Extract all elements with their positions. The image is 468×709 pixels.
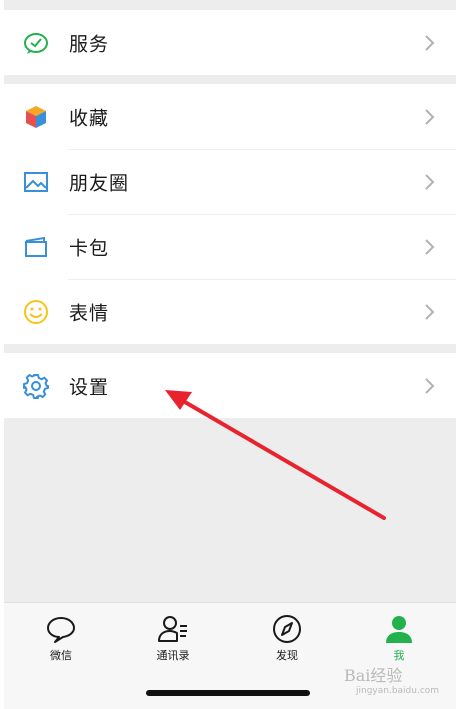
- moments-picture-icon: [23, 169, 49, 195]
- contacts-icon: [158, 616, 187, 642]
- person-icon: [386, 616, 412, 643]
- chevron-right-icon: [425, 303, 435, 320]
- menu-item-label: 朋友圈: [69, 172, 130, 194]
- menu-item-service[interactable]: 服务: [4, 10, 456, 75]
- chevron-right-icon: [425, 34, 435, 51]
- tab-label: 我: [393, 649, 405, 662]
- chevron-right-icon: [425, 238, 435, 255]
- chevron-right-icon: [425, 377, 435, 394]
- menu-item-favorites[interactable]: 收藏: [4, 84, 456, 149]
- phone-screen: 服务 收藏 朋友圈 卡包 表情 设置 微信 通讯录 发现 我: [4, 0, 456, 709]
- tab-label: 微信: [50, 649, 72, 662]
- menu-item-label: 收藏: [69, 107, 110, 129]
- compass-icon: [273, 615, 301, 643]
- tab-me[interactable]: 我: [354, 613, 444, 669]
- menu-item-label: 卡包: [69, 237, 110, 259]
- tab-chats[interactable]: 微信: [16, 613, 106, 669]
- watermark-url: jingyan.baidu.com: [356, 686, 440, 696]
- menu-item-stickers[interactable]: 表情: [4, 279, 456, 344]
- card-wallet-icon: [23, 234, 49, 260]
- favorites-cube-icon: [23, 104, 49, 130]
- menu-item-label: 设置: [69, 376, 110, 398]
- tab-contacts[interactable]: 通讯录: [128, 613, 218, 669]
- smiley-icon: [23, 299, 49, 325]
- tab-discover[interactable]: 发现: [242, 613, 332, 669]
- menu-item-moments[interactable]: 朋友圈: [4, 149, 456, 214]
- gear-icon: [23, 373, 49, 399]
- chat-bubble-icon: [47, 617, 75, 643]
- menu-item-settings[interactable]: 设置: [4, 353, 456, 418]
- menu-item-label: 表情: [69, 302, 110, 324]
- watermark: Bai经验: [344, 666, 403, 685]
- menu-item-label: 服务: [69, 33, 110, 55]
- tab-label: 发现: [276, 649, 298, 662]
- main-group: 收藏 朋友圈 卡包 表情: [4, 84, 456, 344]
- menu-item-cards[interactable]: 卡包: [4, 214, 456, 279]
- service-icon: [23, 30, 49, 56]
- settings-group: 设置: [4, 353, 456, 418]
- tab-label: 通讯录: [156, 649, 190, 662]
- service-group: 服务: [4, 10, 456, 75]
- home-indicator: [146, 690, 310, 696]
- chevron-right-icon: [425, 108, 435, 125]
- chevron-right-icon: [425, 173, 435, 190]
